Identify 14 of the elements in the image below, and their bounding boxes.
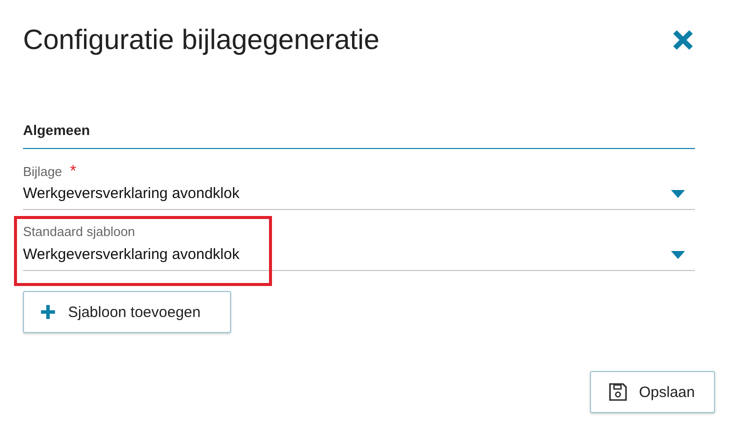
field-label: Bijlage (23, 164, 62, 179)
section-title: Algemeen (23, 122, 90, 138)
plus-icon (40, 304, 56, 320)
field-label: Standaard sjabloon (23, 224, 136, 239)
add-template-button[interactable]: Sjabloon toevoegen (23, 291, 231, 333)
dialog-title: Configuratie bijlagegeneratie (23, 24, 380, 56)
save-icon (609, 383, 627, 401)
dropdown-caret-icon[interactable] (671, 250, 685, 258)
save-button[interactable]: Opslaan (590, 371, 715, 413)
dropdown-caret-icon[interactable] (671, 190, 685, 198)
select-value[interactable]: Werkgeversverklaring avondklok (23, 185, 240, 202)
required-asterisk: * (70, 163, 76, 181)
close-icon[interactable] (672, 29, 694, 51)
select-value[interactable]: Werkgeversverklaring avondklok (23, 246, 240, 263)
